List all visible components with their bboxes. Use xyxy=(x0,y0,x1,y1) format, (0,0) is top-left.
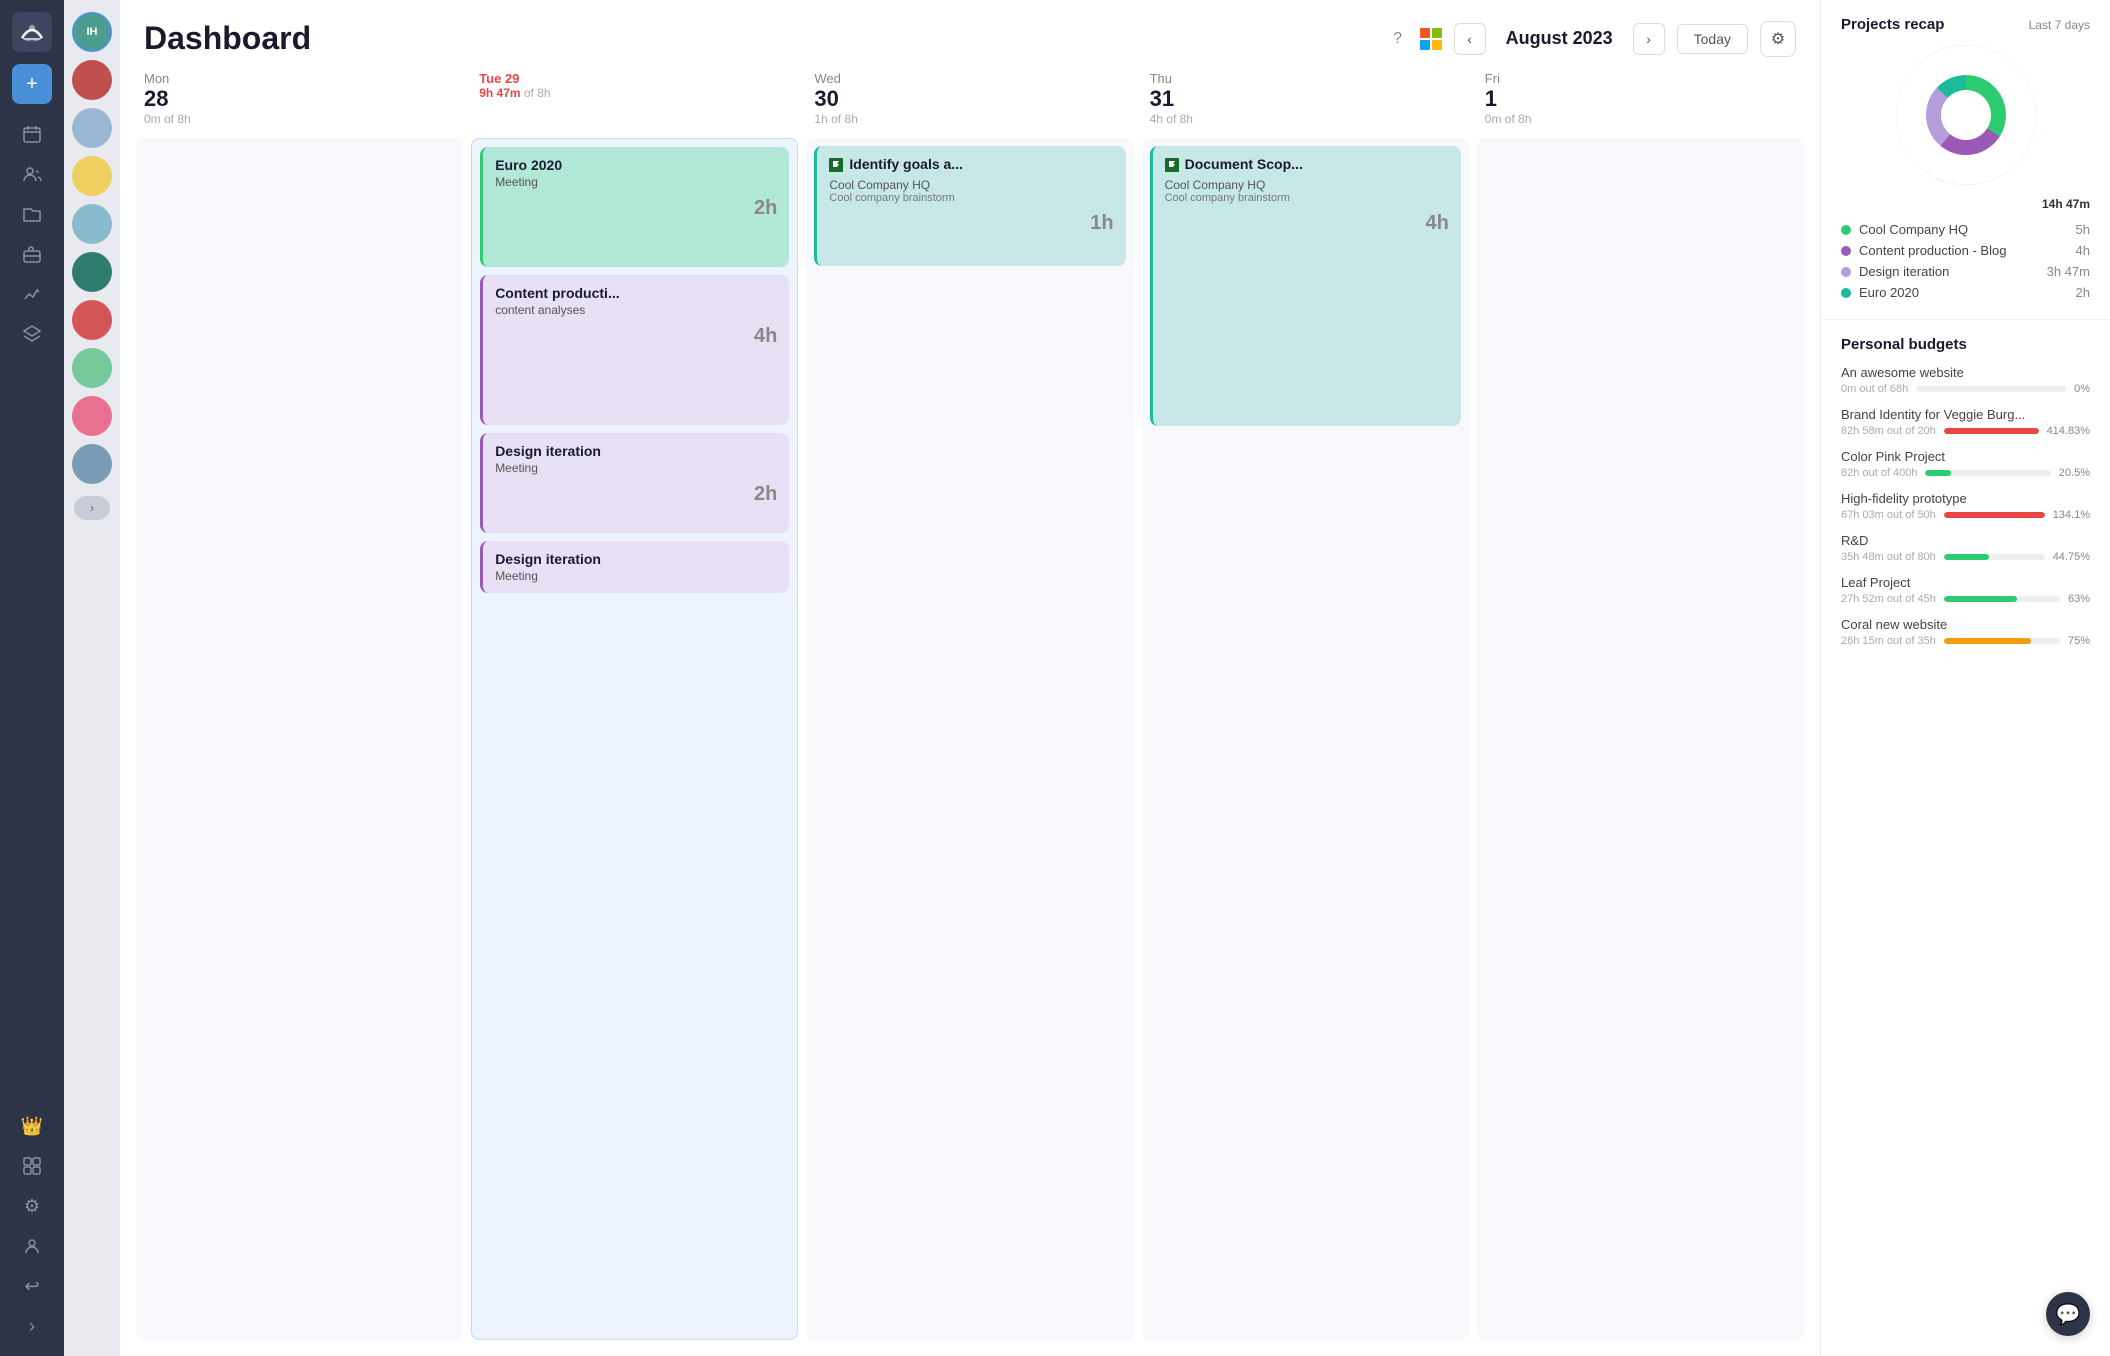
sidebar: + 👑 ⚙ ↩ › xyxy=(0,0,64,1356)
avatar-6[interactable] xyxy=(72,300,112,340)
day-header-wed: Wed 30 1h of 8h xyxy=(806,67,1133,130)
day-col-mon xyxy=(136,138,463,1340)
event-flag-icon2 xyxy=(1165,158,1179,172)
legend-content-production: Content production - Blog 4h xyxy=(1841,240,2090,261)
add-button[interactable]: + xyxy=(12,64,52,104)
avatar-list: IH › xyxy=(64,0,120,1356)
legend-dot-purple xyxy=(1841,246,1851,256)
event-identify-goals[interactable]: Identify goals a... Cool Company HQ Cool… xyxy=(814,146,1125,266)
day-header-fri: Fri 1 0m of 8h xyxy=(1477,67,1804,130)
sidebar-settings-icon[interactable]: ⚙ xyxy=(14,1188,50,1224)
calendar-nav: ? ‹ August 2023 › Today ⚙ xyxy=(1384,21,1796,57)
day-headers: Mon 28 0m of 8h Tue 29 9h 47m of 8h Wed … xyxy=(136,67,1804,130)
microsoft-icon xyxy=(1420,28,1442,50)
recap-header: Projects recap Last 7 days xyxy=(1841,16,2090,33)
page-title: Dashboard xyxy=(144,20,311,57)
event-design-iteration-1[interactable]: Design iteration Meeting 2h xyxy=(480,433,789,533)
budget-leaf: Leaf Project 27h 52m out of 45h 63% xyxy=(1841,575,2090,605)
sidebar-folder-icon[interactable] xyxy=(14,196,50,232)
day-col-tue: Euro 2020 Meeting 2h Content producti...… xyxy=(471,138,798,1340)
cal-icons: ? xyxy=(1384,25,1442,53)
avatar-8[interactable] xyxy=(72,396,112,436)
day-col-fri xyxy=(1477,138,1804,1340)
budget-high-fidelity: High-fidelity prototype 67h 03m out of 5… xyxy=(1841,491,2090,521)
avatar-4[interactable] xyxy=(72,204,112,244)
day-header-tue: Tue 29 9h 47m of 8h xyxy=(471,67,798,130)
sidebar-expand-icon[interactable]: › xyxy=(14,1308,50,1344)
day-col-wed: Identify goals a... Cool Company HQ Cool… xyxy=(806,138,1133,1340)
recap-title: Projects recap xyxy=(1841,16,1944,33)
day-header-mon: Mon 28 0m of 8h xyxy=(136,67,463,130)
budget-rd: R&D 35h 48m out of 80h 44.75% xyxy=(1841,533,2090,563)
event-design-iteration-2[interactable]: Design iteration Meeting xyxy=(480,541,789,593)
budgets-title: Personal budgets xyxy=(1841,336,2090,353)
legend-dot-light-purple xyxy=(1841,267,1851,277)
avatar-0[interactable]: IH xyxy=(72,12,112,52)
main-header: Dashboard ? ‹ August 2023 › Today ⚙ xyxy=(120,0,1820,67)
pie-chart-conic xyxy=(1896,45,2036,185)
event-content-production[interactable]: Content producti... content analyses 4h xyxy=(480,275,789,425)
event-flag-icon xyxy=(829,158,843,172)
sidebar-users-icon[interactable] xyxy=(14,156,50,192)
avatar-2[interactable] xyxy=(72,108,112,148)
main-content: Dashboard ? ‹ August 2023 › Today ⚙ Mon … xyxy=(120,0,1820,1356)
sidebar-briefcase-icon[interactable] xyxy=(14,236,50,272)
legend: Cool Company HQ 5h Content production - … xyxy=(1841,219,2090,303)
event-document-scope[interactable]: Document Scop... Cool Company HQ Cool co… xyxy=(1150,146,1461,426)
budget-coral: Coral new website 26h 15m out of 35h 75% xyxy=(1841,617,2090,647)
legend-dot-green xyxy=(1841,225,1851,235)
avatar-9[interactable] xyxy=(72,444,112,484)
sidebar-history-icon[interactable]: ↩ xyxy=(14,1268,50,1304)
budget-awesome-website: An awesome website 0m out of 68h 0% xyxy=(1841,365,2090,395)
budget-color-pink: Color Pink Project 82h out of 400h 20.5% xyxy=(1841,449,2090,479)
prev-month-button[interactable]: ‹ xyxy=(1454,23,1486,55)
legend-euro2020: Euro 2020 2h xyxy=(1841,282,2090,303)
legend-cool-company: Cool Company HQ 5h xyxy=(1841,219,2090,240)
month-label: August 2023 xyxy=(1498,28,1621,49)
chat-bubble[interactable]: 💬 xyxy=(2046,1292,2090,1336)
sidebar-crown-icon[interactable]: 👑 xyxy=(14,1108,50,1144)
recap-period: Last 7 days xyxy=(2029,18,2090,32)
event-euro2020[interactable]: Euro 2020 Meeting 2h xyxy=(480,147,789,267)
help-icon[interactable]: ? xyxy=(1384,25,1412,53)
sidebar-blocks-icon[interactable] xyxy=(14,1148,50,1184)
day-columns: Euro 2020 Meeting 2h Content producti...… xyxy=(136,138,1804,1340)
next-month-button[interactable]: › xyxy=(1633,23,1665,55)
avatar-3[interactable] xyxy=(72,156,112,196)
total-label: 14h 47m xyxy=(1841,197,2090,211)
pie-chart-container xyxy=(1896,45,2036,185)
sidebar-layers-icon[interactable] xyxy=(14,316,50,352)
today-button[interactable]: Today xyxy=(1677,24,1748,54)
day-col-thu: Document Scop... Cool Company HQ Cool co… xyxy=(1142,138,1469,1340)
right-panel: Projects recap Last 7 days 14h 47m Cool … xyxy=(1820,0,2110,1356)
projects-recap: Projects recap Last 7 days 14h 47m Cool … xyxy=(1821,0,2110,320)
avatar-5[interactable] xyxy=(72,252,112,292)
avatar-7[interactable] xyxy=(72,348,112,388)
calendar-grid: Mon 28 0m of 8h Tue 29 9h 47m of 8h Wed … xyxy=(120,67,1820,1356)
sidebar-chart-icon[interactable] xyxy=(14,276,50,312)
day-header-thu: Thu 31 4h of 8h xyxy=(1142,67,1469,130)
personal-budgets: Personal budgets An awesome website 0m o… xyxy=(1821,320,2110,675)
avatar-1[interactable] xyxy=(72,60,112,100)
calendar-settings-button[interactable]: ⚙ xyxy=(1760,21,1796,57)
budget-brand-identity: Brand Identity for Veggie Burg... 82h 58… xyxy=(1841,407,2090,437)
legend-design-iteration: Design iteration 3h 47m xyxy=(1841,261,2090,282)
app-logo[interactable] xyxy=(12,12,52,52)
expand-avatars[interactable]: › xyxy=(74,496,110,520)
sidebar-calendar-icon[interactable] xyxy=(14,116,50,152)
sidebar-user-icon[interactable] xyxy=(14,1228,50,1264)
legend-dot-teal xyxy=(1841,288,1851,298)
